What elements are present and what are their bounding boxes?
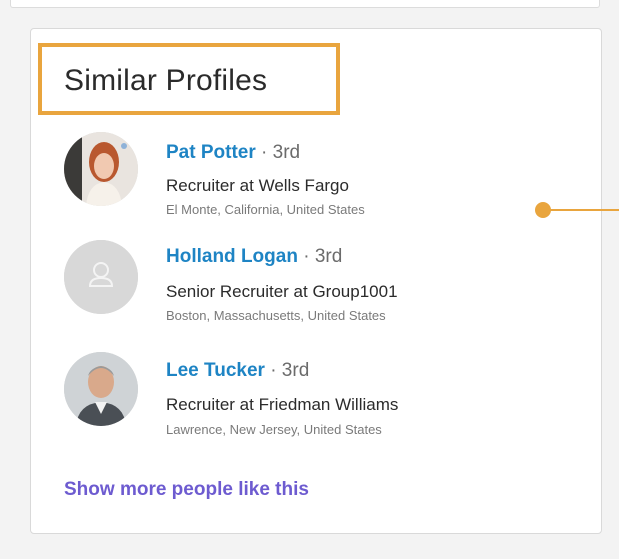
- placeholder-person-icon: [64, 240, 138, 314]
- profile-location: Boston, Massachusetts, United States: [166, 308, 386, 323]
- show-more-button[interactable]: Show more people like this: [64, 479, 309, 501]
- connection-degree: · 3rd: [264, 360, 310, 381]
- profile-item[interactable]: Holland Logan · 3rd Senior Recruiter at …: [0, 240, 619, 330]
- profile-photo-icon: [64, 132, 138, 206]
- profile-location: Lawrence, New Jersey, United States: [166, 422, 382, 437]
- profile-name-link[interactable]: Pat Potter: [166, 142, 256, 163]
- profile-location: El Monte, California, United States: [166, 202, 365, 217]
- avatar[interactable]: [64, 132, 138, 206]
- previous-card-edge: [10, 0, 600, 8]
- profile-photo-icon: [64, 352, 138, 426]
- profile-name-link[interactable]: Lee Tucker: [166, 360, 265, 381]
- profile-headline: Recruiter at Wells Fargo: [166, 176, 349, 195]
- profile-name-link[interactable]: Holland Logan: [166, 246, 298, 267]
- connection-degree: · 3rd: [255, 142, 301, 163]
- profile-headline: Senior Recruiter at Group1001: [166, 282, 398, 301]
- avatar[interactable]: [64, 352, 138, 426]
- name-line: Holland Logan · 3rd: [166, 246, 342, 268]
- title-highlight-box: [38, 43, 340, 115]
- avatar[interactable]: [64, 240, 138, 314]
- profile-item[interactable]: Pat Potter · 3rd Recruiter at Wells Farg…: [0, 130, 619, 220]
- name-line: Lee Tucker · 3rd: [166, 360, 309, 382]
- callout-line: [549, 209, 619, 211]
- name-line: Pat Potter · 3rd: [166, 142, 300, 164]
- connection-degree: · 3rd: [297, 246, 343, 267]
- profile-item[interactable]: Lee Tucker · 3rd Recruiter at Friedman W…: [0, 350, 619, 440]
- profile-headline: Recruiter at Friedman Williams: [166, 395, 399, 414]
